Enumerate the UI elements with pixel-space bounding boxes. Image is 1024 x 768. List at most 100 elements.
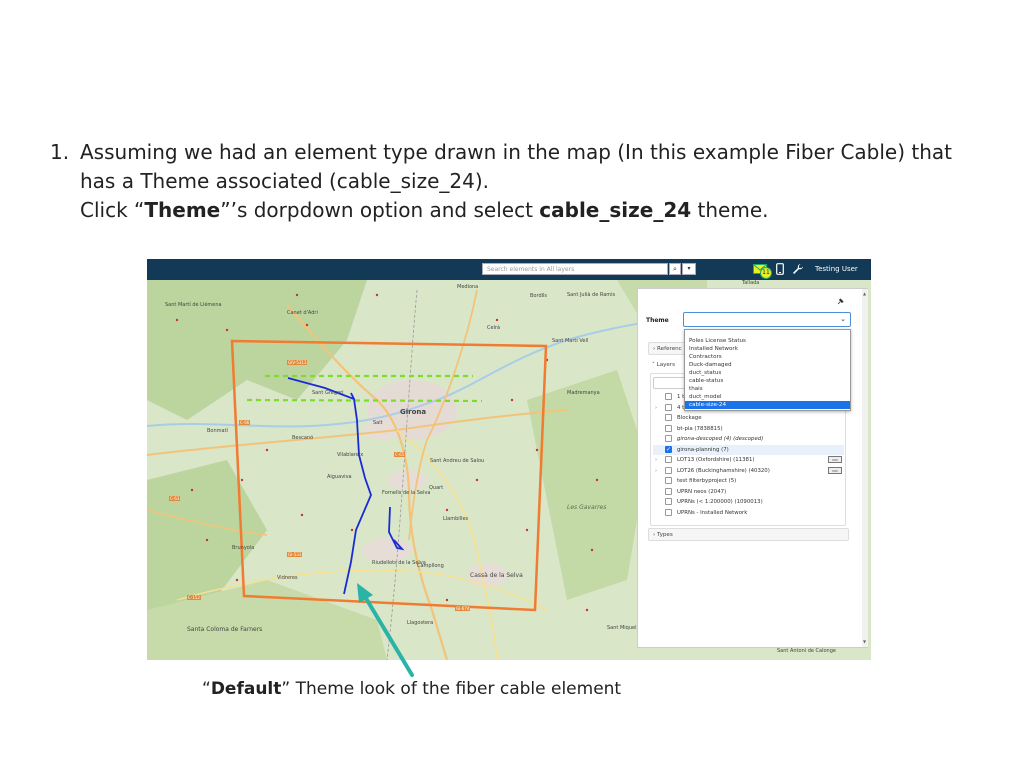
layer-checkbox[interactable]: [665, 414, 672, 421]
theme-option[interactable]: Duck-damaged: [685, 361, 850, 369]
road-label: GI-533: [287, 552, 303, 557]
search-options-button[interactable]: ▾: [682, 263, 696, 275]
layer-row[interactable]: girona-descoped (4) (descoped): [653, 434, 844, 444]
place-label: Brunyola: [232, 545, 255, 551]
layer-name: girona-planning (7): [677, 446, 729, 453]
chevron-right-icon: ›: [653, 346, 656, 352]
theme-option[interactable]: Contractors: [685, 353, 850, 361]
layer-row[interactable]: › LOT26 (Buckinghamshire) (40320) ▫▫: [653, 466, 844, 476]
place-label: Llambilles: [443, 516, 469, 522]
chevron-right-icon[interactable]: ›: [655, 403, 657, 413]
layer-checkbox[interactable]: [665, 487, 672, 495]
layer-row[interactable]: Blockage: [653, 413, 844, 423]
step-number: 1.: [50, 140, 70, 164]
chevron-down-icon: ˅: [652, 362, 655, 368]
step-text: Assuming we had an element type drawn in…: [80, 138, 980, 225]
theme-label: Theme: [646, 317, 669, 324]
place-label: Celrà: [487, 325, 501, 331]
place-label: Cassà de la Selva: [470, 572, 523, 579]
layer-checkbox[interactable]: [665, 508, 672, 516]
place-label: Bonmatí: [207, 428, 228, 434]
layer-checkbox[interactable]: [665, 424, 672, 432]
theme-option[interactable]: cable-size-24: [685, 401, 850, 409]
theme-option[interactable]: thais: [685, 385, 850, 393]
place-label: Vilablareix: [337, 452, 364, 458]
place-label: Sant Martí Vell: [552, 338, 589, 344]
search-icon: ⌕: [673, 265, 677, 273]
layer-row[interactable]: girona-planning (7): [653, 444, 844, 455]
search-button[interactable]: ⌕: [669, 263, 681, 275]
chevron-right-icon: ›: [653, 532, 656, 538]
layer-checkbox[interactable]: [665, 466, 672, 474]
annotation-arrow: [357, 583, 414, 677]
scroll-down-icon[interactable]: ▼: [863, 639, 866, 644]
theme-option[interactable]: cable-status: [685, 377, 850, 385]
place-label: Mediona: [457, 284, 479, 290]
place-label: Sant Gregori: [312, 390, 344, 396]
place-label: Fornells de la Selva: [382, 490, 431, 496]
place-label: Sant Antoni de Calonge: [777, 648, 836, 654]
layer-name: bt-pia (7838815): [677, 425, 723, 432]
place-label: Salt: [373, 420, 383, 426]
place-label: Aiguaviva: [327, 474, 352, 480]
notification-count-badge: 11: [760, 267, 772, 279]
theme-option[interactable]: duct_model: [685, 393, 850, 401]
layer-checkbox[interactable]: [665, 393, 672, 400]
road-label: C-152: [187, 595, 201, 600]
layer-checkbox[interactable]: [665, 456, 672, 463]
layer-actions-icon[interactable]: ▫▫: [828, 466, 842, 474]
place-label: Girona: [400, 408, 427, 416]
layer-name: LOT13 (Oxfordshire) (11381): [677, 457, 755, 463]
layer-checkbox[interactable]: [665, 498, 672, 505]
layer-checkbox[interactable]: [665, 435, 672, 442]
layer-row[interactable]: UPRNs - Installed Network: [653, 508, 844, 518]
layer-name: UPRNs - Installed Network: [677, 509, 748, 516]
place-label: Sant Martí de Llémena: [165, 302, 222, 308]
place-label: Santa Coloma de Farners: [187, 626, 263, 633]
layer-row[interactable]: test filterbyproject (5): [653, 476, 844, 486]
layer-name: test filterbyproject (5): [677, 478, 737, 484]
road-label: C-65: [394, 452, 406, 457]
scroll-up-icon[interactable]: ▲: [863, 291, 866, 296]
types-section-header[interactable]: › Types: [648, 528, 849, 541]
layer-name: UPRN neos (2047): [677, 488, 727, 495]
layer-checkbox[interactable]: [665, 477, 672, 484]
place-label: Quart: [429, 485, 444, 491]
layer-actions-icon[interactable]: ▫▫: [828, 456, 842, 463]
place-label: Les Gavarres: [567, 504, 607, 511]
layer-row[interactable]: › LOT13 (Oxfordshire) (11381) ▫▫: [653, 455, 844, 465]
search-input[interactable]: Search elements in All layers: [482, 263, 668, 275]
chevron-right-icon[interactable]: ›: [655, 455, 657, 465]
theme-option[interactable]: duct_status: [685, 369, 850, 377]
theme-option[interactable]: Poles License Status: [685, 337, 850, 345]
place-label: Madremanya: [567, 390, 600, 396]
layer-row[interactable]: UPRNs (< 1:200000) (1090013): [653, 497, 844, 507]
chevron-right-icon[interactable]: ›: [655, 466, 657, 476]
mobile-device-icon[interactable]: [776, 263, 784, 275]
chevron-down-icon: ▾: [687, 265, 691, 272]
place-label: Sant Andreu de Salou: [430, 458, 485, 464]
wrench-icon[interactable]: [792, 263, 804, 275]
place-label: Vidreres: [277, 575, 298, 581]
panel-scrollbar[interactable]: [862, 289, 868, 647]
app-screenshot: Search elements in All layers ⌕ ▾ 11 Tes…: [147, 259, 871, 660]
layer-row[interactable]: UPRN neos (2047): [653, 487, 844, 497]
place-label: Tallada: [742, 280, 760, 286]
layer-row[interactable]: bt-pia (7838815): [653, 424, 844, 434]
place-label: Canet d'Adri: [287, 310, 318, 316]
layer-checkbox[interactable]: [665, 403, 672, 411]
user-name[interactable]: Testing User: [815, 265, 858, 273]
step-line-1: Assuming we had an element type drawn in…: [80, 140, 953, 164]
road-label: C-63: [169, 496, 181, 501]
top-bar: Search elements in All layers ⌕ ▾ 11 Tes…: [147, 259, 871, 280]
chevron-down-icon: ⌄: [840, 315, 846, 323]
theme-dropdown[interactable]: ⌄: [683, 312, 851, 327]
place-label: Bordils: [530, 293, 548, 299]
road-label: GI-674: [455, 606, 471, 611]
layer-checkbox[interactable]: [665, 445, 672, 455]
place-label: Riudellots de la Selva: [372, 560, 426, 566]
theme-options-list: Poles License Status Installed Network Con…: [684, 329, 851, 411]
pin-icon[interactable]: [837, 298, 844, 305]
theme-option[interactable]: Installed Network: [685, 345, 850, 353]
layer-name: girona-descoped (4) (descoped): [677, 436, 764, 442]
